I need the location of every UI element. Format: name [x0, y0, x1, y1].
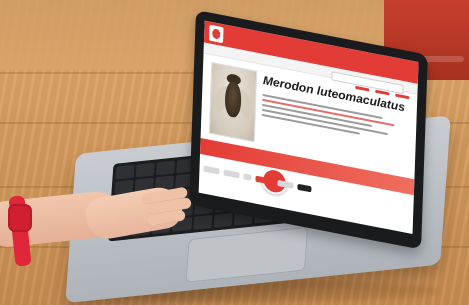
tool-pill — [277, 179, 294, 189]
key — [115, 164, 135, 180]
photo-scene: Merodon luteomaculatus — [0, 0, 469, 305]
key — [156, 160, 176, 176]
tool-pill — [255, 175, 274, 186]
smartwatch-face — [10, 206, 30, 230]
tool-pill — [203, 165, 220, 175]
tool-pill — [243, 173, 252, 181]
trackpad — [185, 226, 309, 283]
key — [192, 215, 213, 230]
specimen-photo — [208, 61, 258, 143]
fly-body — [224, 79, 242, 119]
laptop-screen: Merodon luteomaculatus — [198, 20, 419, 234]
site-logo — [209, 24, 224, 44]
key — [135, 162, 156, 178]
key — [213, 213, 233, 228]
tool-pill — [297, 183, 312, 193]
tool-pill — [223, 169, 240, 179]
